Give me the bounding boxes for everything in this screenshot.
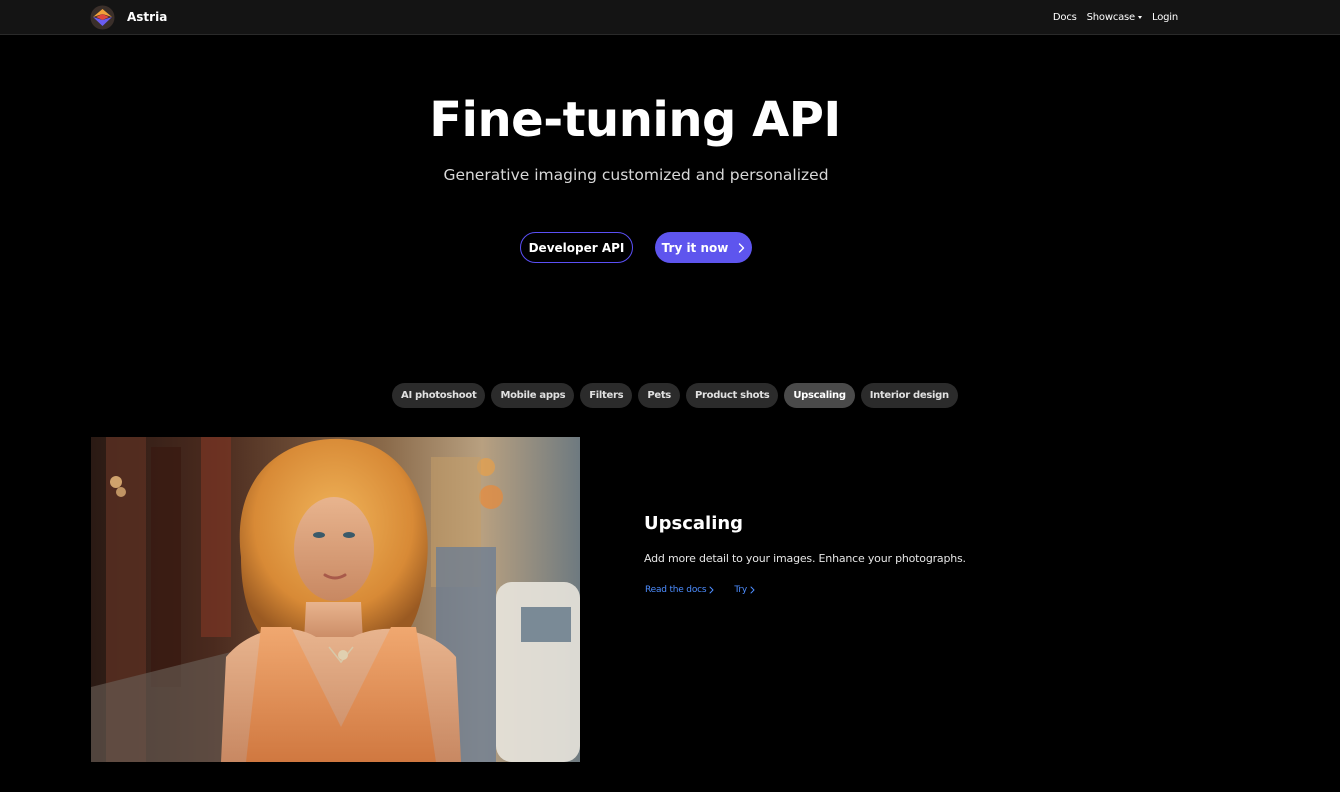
top-navbar: Astria Docs Showcase Login: [0, 0, 1340, 35]
tab-product-shots[interactable]: Product shots: [685, 383, 779, 408]
chevron-right-icon: [750, 586, 755, 594]
nav-showcase-label: Showcase: [1086, 12, 1136, 23]
read-docs-link[interactable]: Read the docs: [645, 585, 714, 595]
try-it-now-label: Try it now: [661, 240, 729, 255]
tab-filters[interactable]: Filters: [580, 383, 633, 408]
developer-api-button[interactable]: Developer API: [520, 232, 633, 263]
brand-link[interactable]: Astria: [90, 5, 167, 29]
feature-links: Read the docs Try: [645, 585, 775, 595]
tab-upscaling[interactable]: Upscaling: [784, 383, 855, 408]
feature-description: Add more detail to your images. Enhance …: [644, 552, 966, 565]
tab-interior-design[interactable]: Interior design: [860, 383, 958, 408]
nav-showcase-dropdown[interactable]: Showcase: [1086, 12, 1143, 23]
hero-title: Fine-tuning API: [429, 92, 841, 148]
upscaling-example-image: [91, 437, 580, 762]
use-case-tabs: AI photoshoot Mobile apps Filters Pets P…: [392, 383, 964, 408]
nav-login-link[interactable]: Login: [1152, 12, 1178, 23]
try-link[interactable]: Try: [734, 585, 755, 595]
feature-title: Upscaling: [644, 513, 744, 534]
hero-subtitle: Generative imaging customized and person…: [443, 166, 829, 184]
nav-links: Docs Showcase Login: [1053, 0, 1178, 35]
astria-logo-icon: [90, 5, 115, 29]
tab-pets[interactable]: Pets: [638, 383, 680, 408]
brand-name: Astria: [127, 10, 168, 24]
nav-docs-link[interactable]: Docs: [1053, 12, 1077, 23]
chevron-right-icon: [739, 242, 745, 253]
caret-down-icon: [1138, 16, 1143, 19]
tab-ai-photoshoot[interactable]: AI photoshoot: [392, 383, 486, 408]
read-docs-label: Read the docs: [645, 585, 707, 595]
portrait-photo: [91, 437, 580, 762]
try-it-now-button[interactable]: Try it now: [655, 232, 752, 263]
try-label: Try: [734, 585, 747, 595]
tab-mobile-apps[interactable]: Mobile apps: [491, 383, 575, 408]
chevron-right-icon: [709, 586, 714, 594]
